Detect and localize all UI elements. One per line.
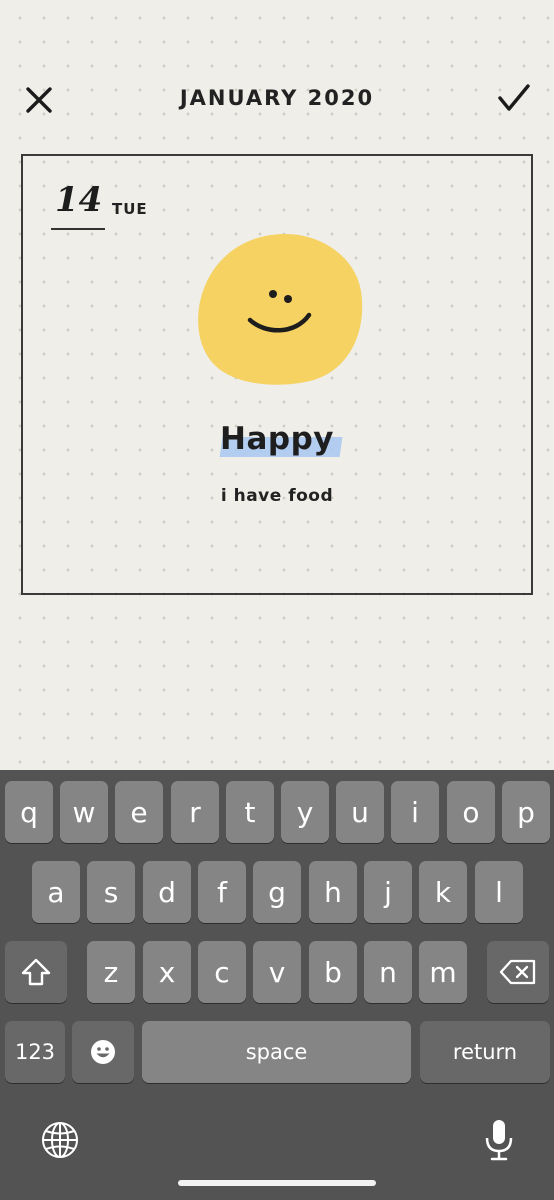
shift-icon bbox=[21, 958, 51, 986]
key-l[interactable]: l bbox=[475, 861, 523, 923]
key-x[interactable]: x bbox=[143, 941, 191, 1003]
globe-icon bbox=[42, 1122, 78, 1158]
key-y[interactable]: y bbox=[281, 781, 329, 843]
key-w[interactable]: w bbox=[60, 781, 108, 843]
shift-key[interactable] bbox=[5, 941, 67, 1003]
key-n[interactable]: n bbox=[364, 941, 412, 1003]
day-number: 14 bbox=[55, 180, 103, 220]
keyboard-row-4: 123 space return bbox=[0, 1021, 554, 1083]
microphone-icon bbox=[485, 1120, 513, 1161]
diary-entry-card: 14 TUE Happy i have food bbox=[21, 154, 533, 595]
note-text[interactable]: i have food bbox=[23, 486, 531, 506]
top-bar: JANUARY 2020 bbox=[0, 0, 554, 150]
globe-button[interactable] bbox=[36, 1116, 84, 1164]
key-u[interactable]: u bbox=[336, 781, 384, 843]
happy-face-icon[interactable] bbox=[195, 231, 365, 386]
keyboard-row-1: q w e r t y u i o p bbox=[0, 781, 554, 843]
home-indicator bbox=[178, 1180, 376, 1186]
checkmark-icon bbox=[498, 84, 530, 111]
confirm-button[interactable] bbox=[490, 74, 538, 122]
mood-label-wrap: Happy bbox=[23, 421, 531, 457]
key-q[interactable]: q bbox=[5, 781, 53, 843]
day-name: TUE bbox=[112, 200, 148, 218]
key-a[interactable]: a bbox=[32, 861, 80, 923]
keyboard-row-2: a s d f g h j k l bbox=[0, 861, 554, 923]
key-e[interactable]: e bbox=[115, 781, 163, 843]
key-c[interactable]: c bbox=[198, 941, 246, 1003]
key-i[interactable]: i bbox=[391, 781, 439, 843]
key-z[interactable]: z bbox=[87, 941, 135, 1003]
space-key[interactable]: space bbox=[142, 1021, 411, 1083]
dictation-button[interactable] bbox=[475, 1116, 523, 1164]
page-title: JANUARY 2020 bbox=[179, 86, 375, 110]
key-g[interactable]: g bbox=[253, 861, 301, 923]
emoji-key[interactable] bbox=[72, 1021, 134, 1083]
key-h[interactable]: h bbox=[309, 861, 357, 923]
key-f[interactable]: f bbox=[198, 861, 246, 923]
keyboard-row-3: z x c v b n m bbox=[0, 941, 554, 1003]
key-v[interactable]: v bbox=[253, 941, 301, 1003]
return-key[interactable]: return bbox=[420, 1021, 550, 1083]
keyboard: q w e r t y u i o p a s d f g h j k l z … bbox=[0, 770, 554, 1200]
key-p[interactable]: p bbox=[502, 781, 550, 843]
key-s[interactable]: s bbox=[87, 861, 135, 923]
key-k[interactable]: k bbox=[419, 861, 467, 923]
face-blob bbox=[198, 233, 363, 385]
key-b[interactable]: b bbox=[309, 941, 357, 1003]
key-t[interactable]: t bbox=[226, 781, 274, 843]
mood-label[interactable]: Happy bbox=[220, 421, 334, 457]
day-underline bbox=[51, 228, 105, 230]
backspace-icon bbox=[499, 959, 536, 985]
key-d[interactable]: d bbox=[143, 861, 191, 923]
key-r[interactable]: r bbox=[171, 781, 219, 843]
key-o[interactable]: o bbox=[447, 781, 495, 843]
numbers-key[interactable]: 123 bbox=[5, 1021, 65, 1083]
key-m[interactable]: m bbox=[419, 941, 467, 1003]
key-j[interactable]: j bbox=[364, 861, 412, 923]
emoji-icon bbox=[91, 1040, 115, 1064]
backspace-key[interactable] bbox=[487, 941, 549, 1003]
